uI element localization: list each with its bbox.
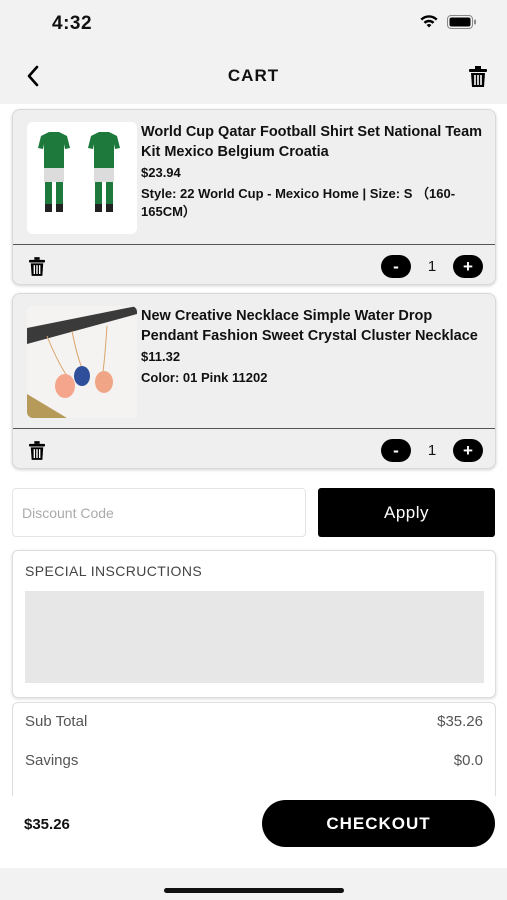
necklace-image [27, 306, 137, 418]
item-name[interactable]: World Cup Qatar Football Shirt Set Natio… [141, 122, 485, 162]
discount-code-input[interactable] [12, 488, 306, 537]
trash-icon [29, 256, 45, 276]
increase-quantity-button[interactable]: + [453, 439, 483, 462]
item-price: $11.32 [141, 349, 181, 364]
decrease-quantity-button[interactable]: - [381, 255, 411, 278]
item-price: $23.94 [141, 165, 181, 180]
quantity-value: 1 [427, 442, 437, 459]
status-bar: 4:32 [0, 0, 507, 48]
quantity-stepper: - 1 + [381, 255, 483, 278]
status-time: 4:32 [52, 13, 93, 34]
quantity-stepper: - 1 + [381, 439, 483, 462]
wifi-icon [419, 14, 439, 34]
product-image[interactable] [27, 122, 137, 234]
item-name[interactable]: New Creative Necklace Simple Water Drop … [141, 306, 485, 346]
checkout-button[interactable]: CHECKOUT [262, 800, 495, 847]
subtotal-value: $35.26 [437, 713, 483, 730]
remove-item-button[interactable] [27, 255, 47, 277]
football-kit-image [27, 122, 137, 234]
savings-label: Savings [25, 752, 79, 769]
clear-cart-button[interactable] [465, 63, 491, 89]
cart-item: New Creative Necklace Simple Water Drop … [12, 293, 496, 469]
product-image[interactable] [27, 306, 137, 418]
page-title: CART [227, 66, 280, 85]
remove-item-button[interactable] [27, 439, 47, 461]
home-indicator-area [0, 868, 507, 900]
trash-icon [29, 440, 45, 460]
increase-quantity-button[interactable]: + [453, 255, 483, 278]
special-instructions-card: SPECIAL INSCRUCTIONS [12, 550, 496, 698]
special-instructions-input[interactable] [25, 591, 484, 683]
cart-item: World Cup Qatar Football Shirt Set Natio… [12, 109, 496, 285]
savings-row: Savings $0.0 [25, 752, 483, 769]
special-instructions-title: SPECIAL INSCRUCTIONS [25, 563, 203, 579]
decrease-quantity-button[interactable]: - [381, 439, 411, 462]
savings-value: $0.0 [453, 752, 483, 769]
quantity-value: 1 [427, 258, 437, 275]
nav-bar: CART [0, 48, 507, 104]
item-variant: Style: 22 World Cup - Mexico Home | Size… [141, 186, 456, 219]
divider [13, 244, 495, 245]
apply-discount-button[interactable]: Apply [318, 488, 495, 537]
home-indicator[interactable] [164, 888, 344, 893]
battery-icon [447, 14, 477, 34]
subtotal-row: Sub Total $35.26 [25, 713, 483, 730]
checkout-bar: $35.26 CHECKOUT [0, 796, 507, 868]
cart-total: $35.26 [24, 816, 70, 833]
trash-icon [469, 65, 487, 87]
item-info: New Creative Necklace Simple Water Drop … [141, 306, 485, 387]
item-info: World Cup Qatar Football Shirt Set Natio… [141, 122, 485, 221]
status-icons [419, 14, 477, 34]
divider [13, 428, 495, 429]
order-summary: Sub Total $35.26 Savings $0.0 [12, 702, 496, 796]
item-variant: Color: 01 Pink 11202 [141, 370, 268, 385]
subtotal-label: Sub Total [25, 713, 88, 730]
cart-content[interactable]: World Cup Qatar Football Shirt Set Natio… [0, 104, 507, 796]
